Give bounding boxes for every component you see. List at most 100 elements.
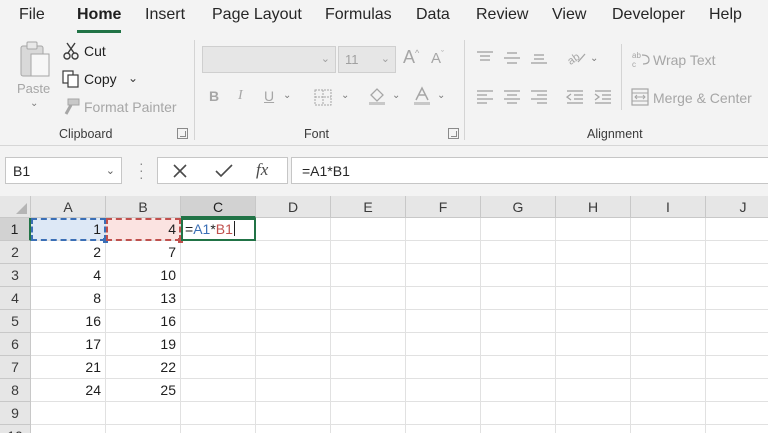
row-header-10[interactable]: 10	[0, 425, 31, 433]
cell-c1-editor[interactable]: =A1*B1	[181, 218, 256, 241]
cell-c7[interactable]	[181, 356, 256, 379]
column-header-b[interactable]: B	[106, 196, 181, 218]
font-name-select[interactable]: ⌄	[202, 46, 336, 73]
cell-b10[interactable]	[106, 425, 181, 433]
cell-g3[interactable]	[481, 264, 556, 287]
merge-center-button[interactable]: Merge & Center	[653, 90, 752, 106]
cell-f3[interactable]	[406, 264, 481, 287]
column-header-c[interactable]: C	[181, 196, 256, 218]
cell-j8[interactable]	[706, 379, 768, 402]
cell-c8[interactable]	[181, 379, 256, 402]
column-header-d[interactable]: D	[256, 196, 331, 218]
row-header-7[interactable]: 7	[0, 356, 31, 379]
paste-dropdown-icon[interactable]: ⌄	[30, 98, 38, 109]
align-right-icon[interactable]	[530, 89, 548, 110]
orientation-icon[interactable]: ab	[565, 48, 586, 71]
cell-i4[interactable]	[631, 287, 706, 310]
cell-c10[interactable]	[181, 425, 256, 433]
enter-icon[interactable]	[215, 163, 233, 184]
cell-d6[interactable]	[256, 333, 331, 356]
cell-f7[interactable]	[406, 356, 481, 379]
cell-e10[interactable]	[331, 425, 406, 433]
cell-a10[interactable]	[31, 425, 106, 433]
cell-d2[interactable]	[256, 241, 331, 264]
cell-f8[interactable]	[406, 379, 481, 402]
row-header-4[interactable]: 4	[0, 287, 31, 310]
cell-d8[interactable]	[256, 379, 331, 402]
tab-home[interactable]: Home	[77, 6, 122, 33]
cell-f6[interactable]	[406, 333, 481, 356]
cell-b8[interactable]: 25	[106, 379, 181, 402]
row-header-2[interactable]: 2	[0, 241, 31, 264]
font-launcher-icon[interactable]	[448, 128, 459, 139]
cell-j10[interactable]	[706, 425, 768, 433]
cell-e6[interactable]	[331, 333, 406, 356]
cell-c5[interactable]	[181, 310, 256, 333]
cell-g2[interactable]	[481, 241, 556, 264]
name-box[interactable]: B1 ⌄	[5, 157, 122, 184]
cell-g10[interactable]	[481, 425, 556, 433]
tab-formulas[interactable]: Formulas	[325, 6, 392, 24]
cell-f2[interactable]	[406, 241, 481, 264]
column-header-j[interactable]: J	[706, 196, 768, 218]
tab-help[interactable]: Help	[709, 6, 742, 24]
cell-b9[interactable]	[106, 402, 181, 425]
cell-c6[interactable]	[181, 333, 256, 356]
tab-file[interactable]: File	[19, 6, 45, 24]
cell-b5[interactable]: 16	[106, 310, 181, 333]
italic-button[interactable]: I	[238, 88, 243, 104]
cell-a6[interactable]: 17	[31, 333, 106, 356]
font-size-select[interactable]: 11 ⌄	[338, 46, 396, 73]
cell-d7[interactable]	[256, 356, 331, 379]
cell-e1[interactable]	[331, 218, 406, 241]
cell-h8[interactable]	[556, 379, 631, 402]
fill-color-dropdown-icon[interactable]: ⌄	[392, 90, 400, 101]
cell-g5[interactable]	[481, 310, 556, 333]
cell-e7[interactable]	[331, 356, 406, 379]
cell-a1[interactable]: 1	[31, 218, 106, 241]
cell-c2[interactable]	[181, 241, 256, 264]
cell-d4[interactable]	[256, 287, 331, 310]
cancel-icon[interactable]	[172, 163, 188, 184]
cell-j5[interactable]	[706, 310, 768, 333]
cell-b2[interactable]: 7	[106, 241, 181, 264]
select-all-button[interactable]	[0, 196, 31, 218]
chevron-down-icon[interactable]: ⌄	[106, 164, 115, 177]
cell-c9[interactable]	[181, 402, 256, 425]
cell-i3[interactable]	[631, 264, 706, 287]
tab-page-layout[interactable]: Page Layout	[212, 6, 302, 24]
cell-i5[interactable]	[631, 310, 706, 333]
cell-h5[interactable]	[556, 310, 631, 333]
cell-f9[interactable]	[406, 402, 481, 425]
cell-e9[interactable]	[331, 402, 406, 425]
align-left-icon[interactable]	[476, 89, 494, 110]
cell-h2[interactable]	[556, 241, 631, 264]
tab-insert[interactable]: Insert	[145, 6, 185, 24]
cell-j2[interactable]	[706, 241, 768, 264]
bold-button[interactable]: B	[209, 88, 219, 104]
font-color-dropdown-icon[interactable]: ⌄	[437, 90, 445, 101]
cell-i6[interactable]	[631, 333, 706, 356]
tab-review[interactable]: Review	[476, 6, 528, 24]
align-top-icon[interactable]	[476, 51, 494, 70]
cell-b6[interactable]: 19	[106, 333, 181, 356]
cell-a8[interactable]: 24	[31, 379, 106, 402]
cell-i7[interactable]	[631, 356, 706, 379]
underline-button[interactable]: U	[264, 88, 274, 104]
column-header-f[interactable]: F	[406, 196, 481, 218]
cell-h1[interactable]	[556, 218, 631, 241]
cell-f1[interactable]	[406, 218, 481, 241]
decrease-indent-icon[interactable]	[565, 89, 584, 110]
formula-input[interactable]: =A1*B1	[291, 157, 768, 184]
row-header-6[interactable]: 6	[0, 333, 31, 356]
more-icon[interactable]: · · ·	[139, 156, 144, 184]
cell-c3[interactable]	[181, 264, 256, 287]
clipboard-launcher-icon[interactable]	[177, 128, 188, 139]
cell-e3[interactable]	[331, 264, 406, 287]
cell-e4[interactable]	[331, 287, 406, 310]
column-header-i[interactable]: I	[631, 196, 706, 218]
borders-icon[interactable]	[314, 89, 332, 111]
cell-d3[interactable]	[256, 264, 331, 287]
cell-d1[interactable]	[256, 218, 331, 241]
cell-a9[interactable]	[31, 402, 106, 425]
